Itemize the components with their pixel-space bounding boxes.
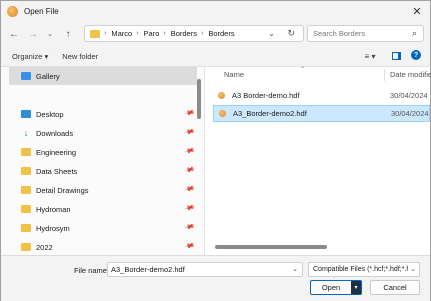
address-dropdown-icon[interactable]: ⌄: [268, 29, 275, 38]
sidebar-item-desktop[interactable]: Desktop 📌: [9, 105, 197, 123]
pin-icon: 📌: [183, 165, 195, 176]
column-divider[interactable]: [384, 69, 385, 81]
sidebar-item-detail-drawings[interactable]: Detail Drawings 📌: [9, 181, 197, 199]
sidebar-item-label: Hydroman: [36, 204, 71, 214]
breadcrumb-borders-parent[interactable]: Borders: [171, 29, 197, 38]
folder-icon: [21, 186, 31, 194]
file-name: A3_Border-demo2.hdf: [233, 109, 307, 118]
folder-icon: [90, 29, 100, 38]
chevron-right-icon: ›: [200, 30, 204, 37]
file-list: ⌃ Name Date modifie A3 Border-demo.hdf 3…: [205, 67, 431, 255]
sidebar-item-label: Detail Drawings: [36, 185, 89, 195]
folder-icon: [21, 205, 31, 213]
desktop-icon: [21, 110, 31, 118]
download-icon: ↓: [23, 128, 29, 138]
pin-icon: 📌: [183, 146, 195, 157]
sidebar-item-gallery[interactable]: Gallery: [9, 67, 197, 85]
file-date: 30/04/2024: [390, 91, 428, 100]
file-list-scrollbar[interactable]: [215, 245, 327, 249]
preview-pane-icon[interactable]: [390, 50, 402, 62]
pin-icon: 📌: [183, 203, 195, 214]
app-logo-icon: [7, 5, 18, 17]
sidebar-item-2022[interactable]: 2022 📌: [9, 238, 197, 256]
chevron-down-icon: ⌄: [408, 265, 416, 273]
pin-icon: 📌: [183, 108, 195, 119]
back-arrow-icon[interactable]: ←: [7, 27, 21, 41]
folder-icon: [21, 167, 31, 175]
up-arrow-icon[interactable]: ↑: [61, 27, 75, 41]
chevron-down-icon[interactable]: ⌄: [292, 265, 298, 273]
navigation-bar: ← → ⌄ ↑ › Marco › Paro › Borders › Borde…: [1, 21, 430, 47]
dialog-footer: File name: A3_Border-demo2.hdf ⌄ Compati…: [1, 255, 430, 301]
title-bar: Open File ✕: [1, 1, 430, 21]
open-split-dropdown-icon[interactable]: ▾: [351, 281, 361, 294]
filename-value: A3_Border-demo2.hdf: [111, 265, 185, 274]
pin-icon: 📌: [183, 222, 195, 233]
column-header-date[interactable]: Date modifie: [390, 70, 431, 79]
refresh-icon[interactable]: ↻: [287, 28, 295, 39]
command-bar: Organize ▾ New folder ≡ ▾ ?: [1, 47, 430, 67]
sidebar-item-label: Gallery: [36, 71, 60, 81]
sidebar-item-engineering[interactable]: Engineering 📌: [9, 143, 197, 161]
help-icon[interactable]: ?: [411, 50, 421, 60]
breadcrumb-paro[interactable]: Paro: [144, 29, 160, 38]
folder-icon: [21, 243, 31, 251]
new-folder-button[interactable]: New folder: [62, 52, 98, 61]
file-type-value: Compatible Files (*.hcf;*.hdf;*.hv: [313, 266, 414, 273]
file-name: A3 Border-demo.hdf: [232, 91, 300, 100]
sidebar-item-data-sheets[interactable]: Data Sheets 📌: [9, 162, 197, 180]
sidebar-item-downloads[interactable]: ↓ Downloads 📌: [9, 124, 197, 142]
filename-field[interactable]: A3_Border-demo2.hdf ⌄: [107, 262, 303, 277]
organize-button[interactable]: Organize ▾: [12, 52, 48, 61]
recent-locations-chevron-icon[interactable]: ⌄: [43, 27, 57, 41]
address-bar[interactable]: › Marco › Paro › Borders › Borders ⌄ ↻: [84, 25, 304, 42]
sidebar-scrollbar[interactable]: [197, 79, 201, 119]
view-options-icon[interactable]: ≡ ▾: [362, 50, 378, 62]
file-date: 30/04/2024: [391, 109, 429, 118]
folder-icon: [21, 148, 31, 156]
folder-icon: [21, 224, 31, 232]
breadcrumb-marco[interactable]: Marco: [111, 29, 132, 38]
sidebar-item-label: Hydrosym: [36, 223, 70, 233]
gallery-icon: [21, 72, 31, 80]
search-input[interactable]: Search Borders ⌕: [307, 25, 424, 42]
search-placeholder: Search Borders: [313, 29, 366, 38]
column-header-name[interactable]: Name: [224, 70, 244, 79]
sidebar-item-label: Engineering: [36, 147, 77, 157]
sidebar-item-hydrosym[interactable]: Hydrosym 📌: [9, 219, 197, 237]
pin-icon: 📌: [183, 184, 195, 195]
forward-arrow-icon[interactable]: →: [26, 27, 40, 41]
open-button-label: Open: [321, 283, 341, 292]
hdf-file-icon: [219, 110, 226, 117]
search-icon: ⌕: [411, 28, 417, 38]
sort-caret-icon: ⌃: [300, 67, 306, 73]
file-row[interactable]: A3 Border-demo.hdf 30/04/2024: [213, 87, 430, 104]
filename-label: File name:: [74, 266, 110, 275]
pin-icon: 📌: [183, 241, 195, 252]
hdf-file-icon: [218, 92, 225, 99]
dialog-title: Open File: [24, 6, 59, 16]
close-button[interactable]: ✕: [410, 4, 424, 18]
navigation-pane: Gallery Desktop 📌 ↓ Downloads 📌 Engineer…: [1, 67, 204, 255]
cancel-button[interactable]: Cancel: [370, 280, 420, 295]
chevron-right-icon: ›: [163, 30, 166, 37]
chevron-right-icon: ›: [136, 30, 139, 37]
file-type-select[interactable]: Compatible Files (*.hcf;*.hdf;*.hv ⌄: [308, 262, 420, 277]
sidebar-item-hydroman[interactable]: Hydroman 📌: [9, 200, 197, 218]
sidebar-item-label: Desktop: [36, 109, 64, 119]
open-file-dialog: Open File ✕ ← → ⌄ ↑ › Marco › Paro › Bor…: [0, 0, 431, 301]
file-row-selected[interactable]: A3_Border-demo2.hdf 30/04/2024: [213, 105, 430, 122]
pin-icon: 📌: [183, 127, 195, 138]
sidebar-item-label: 2022: [36, 242, 53, 252]
sidebar-item-label: Data Sheets: [36, 166, 78, 176]
sidebar-item-label: Downloads: [36, 128, 74, 138]
open-button[interactable]: Open ▾: [310, 280, 362, 295]
chevron-right-icon: ›: [104, 30, 107, 37]
breadcrumb-borders[interactable]: Borders: [208, 29, 234, 38]
